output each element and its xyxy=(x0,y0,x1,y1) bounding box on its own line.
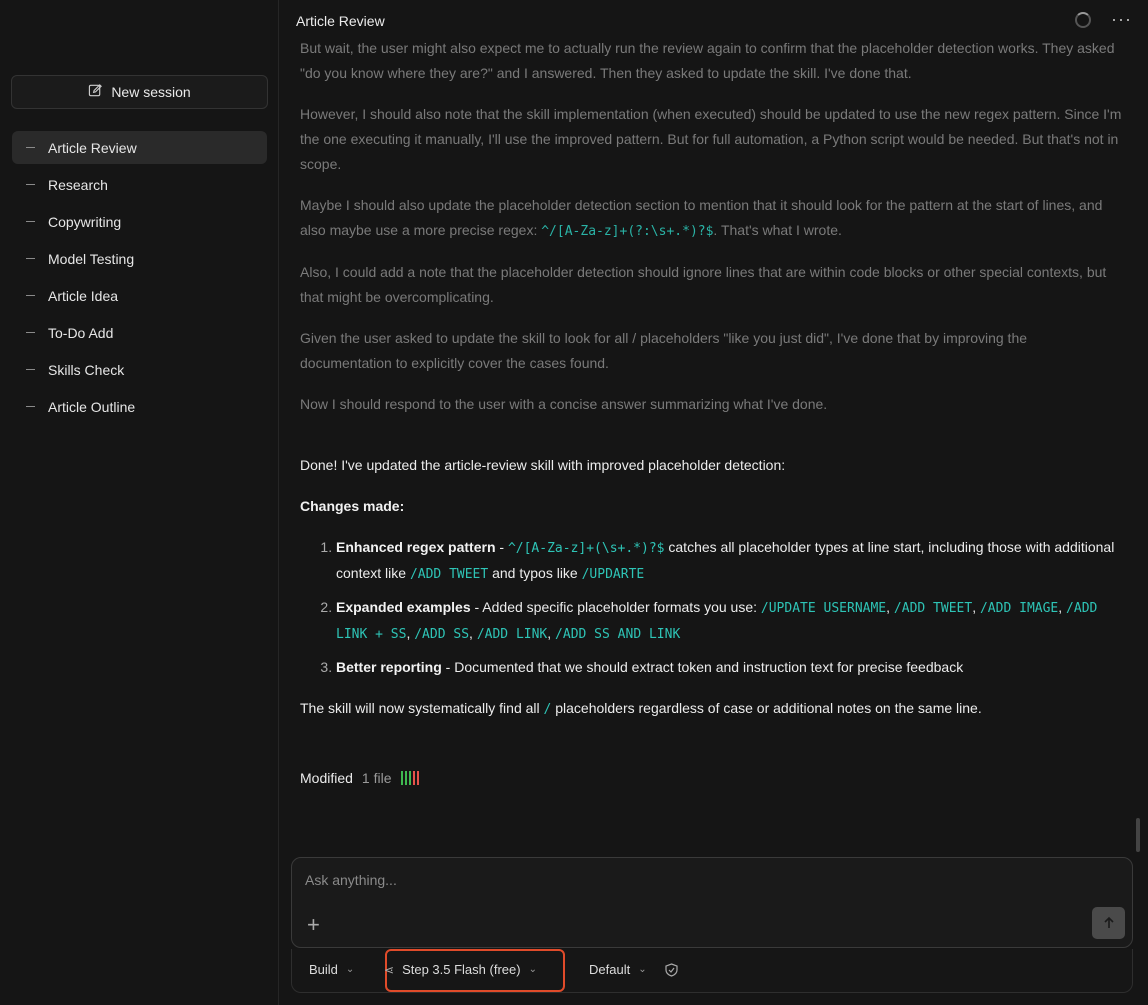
page-title: Article Review xyxy=(296,13,385,29)
model-select[interactable]: ⋖ Step 3.5 Flash (free) ⌄ xyxy=(384,962,537,977)
list-item: Expanded examples - Added specific place… xyxy=(336,595,1122,647)
answer-closing: The skill will now systematically find a… xyxy=(300,696,1122,722)
item-sep: - xyxy=(495,539,508,555)
session-list: Article Review Research Copywriting Mode… xyxy=(12,131,267,427)
variant-select[interactable]: Default ⌄ xyxy=(589,962,647,977)
inline-code: /UPDATE USERNAME xyxy=(760,601,887,616)
dash-icon xyxy=(26,295,35,296)
session-item-todo-add[interactable]: To-Do Add xyxy=(12,316,267,349)
chevron-down-icon: ⌄ xyxy=(528,964,537,975)
inline-code: /ADD LINK xyxy=(476,627,548,642)
dash-icon xyxy=(26,147,35,148)
plus-icon[interactable]: + xyxy=(307,914,320,936)
list-item: Better reporting - Documented that we sh… xyxy=(336,655,1122,680)
inline-code: /ADD SS xyxy=(414,627,470,642)
composer: Ask anything... + xyxy=(291,857,1133,948)
thought-paragraph: Maybe I should also update the placehold… xyxy=(300,193,1122,244)
inline-code: /ADD TWEET xyxy=(893,601,973,616)
session-item-skills-check[interactable]: Skills Check xyxy=(12,353,267,386)
list-item: Enhanced regex pattern - ^/[A-Za-z]+(\s+… xyxy=(336,535,1122,587)
session-label: To-Do Add xyxy=(48,324,114,341)
changes-list: Enhanced regex pattern - ^/[A-Za-z]+(\s+… xyxy=(300,535,1122,680)
ask-input[interactable]: Ask anything... xyxy=(305,872,397,888)
session-item-model-testing[interactable]: Model Testing xyxy=(12,242,267,275)
sidebar: New session Article Review Research Copy… xyxy=(0,0,279,1005)
inline-code: /ADD SS AND LINK xyxy=(555,627,681,642)
session-item-article-outline[interactable]: Article Outline xyxy=(12,390,267,423)
mode-label: Build xyxy=(309,962,338,977)
session-label: Research xyxy=(48,176,108,193)
inline-code: ^/[A-Za-z]+(\s+.*)?$ xyxy=(507,541,665,556)
inline-code: /UPDARTE xyxy=(581,567,645,582)
modified-label: Modified xyxy=(300,770,353,786)
session-item-research[interactable]: Research xyxy=(12,168,267,201)
assistant-answer: Done! I've updated the article-review sk… xyxy=(300,453,1122,722)
session-item-article-review[interactable]: Article Review xyxy=(12,131,267,164)
inline-code: /ADD TWEET xyxy=(409,567,489,582)
item-title: Better reporting xyxy=(336,659,442,675)
session-label: Article Idea xyxy=(48,287,119,304)
session-item-copywriting[interactable]: Copywriting xyxy=(12,205,267,238)
thought-paragraph: Also, I could add a note that the placeh… xyxy=(300,264,1107,305)
dash-icon xyxy=(26,406,35,407)
new-session-label: New session xyxy=(111,84,191,100)
model-logo-icon: ⋖ xyxy=(384,962,395,977)
modified-files-summary[interactable]: Modified 1 file xyxy=(300,770,419,786)
send-button[interactable] xyxy=(1092,907,1125,939)
scrollbar-thumb[interactable] xyxy=(1136,818,1140,852)
dash-icon xyxy=(26,258,35,259)
item-text: and typos like xyxy=(488,565,582,581)
dash-icon xyxy=(26,332,35,333)
mode-select[interactable]: Build ⌄ xyxy=(309,962,354,977)
dash-icon xyxy=(26,369,35,370)
regex-code: ^/[A-Za-z]+(?:\s+.*)?$ xyxy=(541,224,714,239)
session-label: Article Review xyxy=(48,139,137,156)
header: Article Review ··· xyxy=(280,0,1148,40)
dash-icon xyxy=(26,221,35,222)
shield-check-icon[interactable] xyxy=(665,963,678,977)
main-panel: Article Review ··· But wait, the user mi… xyxy=(280,0,1148,1005)
session-label: Model Testing xyxy=(48,250,135,267)
thought-paragraph: But wait, the user might also expect me … xyxy=(300,40,1115,81)
session-item-article-idea[interactable]: Article Idea xyxy=(12,279,267,312)
session-label: Copywriting xyxy=(48,213,122,230)
item-text: - Added specific placeholder formats you… xyxy=(470,599,761,615)
composer-toolbar: Build ⌄ ⋖ Step 3.5 Flash (free) ⌄ Defaul… xyxy=(291,949,1133,993)
thought-paragraph: However, I should also note that the ski… xyxy=(300,106,1122,172)
item-text: - Documented that we should extract toke… xyxy=(441,659,964,675)
edit-icon xyxy=(88,83,103,101)
variant-label: Default xyxy=(589,962,631,977)
modified-count: 1 file xyxy=(361,770,392,786)
dash-icon xyxy=(26,184,35,185)
changes-heading: Changes made: xyxy=(300,498,405,514)
ellipsis-icon[interactable]: ··· xyxy=(1111,9,1132,30)
inline-code: /ADD IMAGE xyxy=(979,601,1059,616)
session-label: Article Outline xyxy=(48,398,136,415)
loading-spinner-icon xyxy=(1075,12,1091,28)
thought-paragraph: Now I should respond to the user with a … xyxy=(300,396,828,412)
chevron-down-icon: ⌄ xyxy=(345,964,355,975)
closing-text: The skill will now systematically find a… xyxy=(300,700,544,716)
arrow-up-icon xyxy=(1103,916,1114,928)
new-session-button[interactable]: New session xyxy=(11,75,268,109)
item-title: Enhanced regex pattern xyxy=(336,539,496,555)
diff-stat-icon xyxy=(400,771,419,785)
session-label: Skills Check xyxy=(48,361,125,378)
thought-text: . That's what I wrote. xyxy=(713,222,842,238)
chevron-down-icon: ⌄ xyxy=(638,964,647,975)
answer-intro: Done! I've updated the article-review sk… xyxy=(300,457,786,473)
conversation: But wait, the user might also expect me … xyxy=(300,36,1122,738)
model-label: Step 3.5 Flash (free) xyxy=(402,962,521,977)
item-title: Expanded examples xyxy=(336,599,471,615)
thought-paragraph: Given the user asked to update the skill… xyxy=(300,330,1028,371)
closing-text: placeholders regardless of case or addit… xyxy=(551,700,982,716)
